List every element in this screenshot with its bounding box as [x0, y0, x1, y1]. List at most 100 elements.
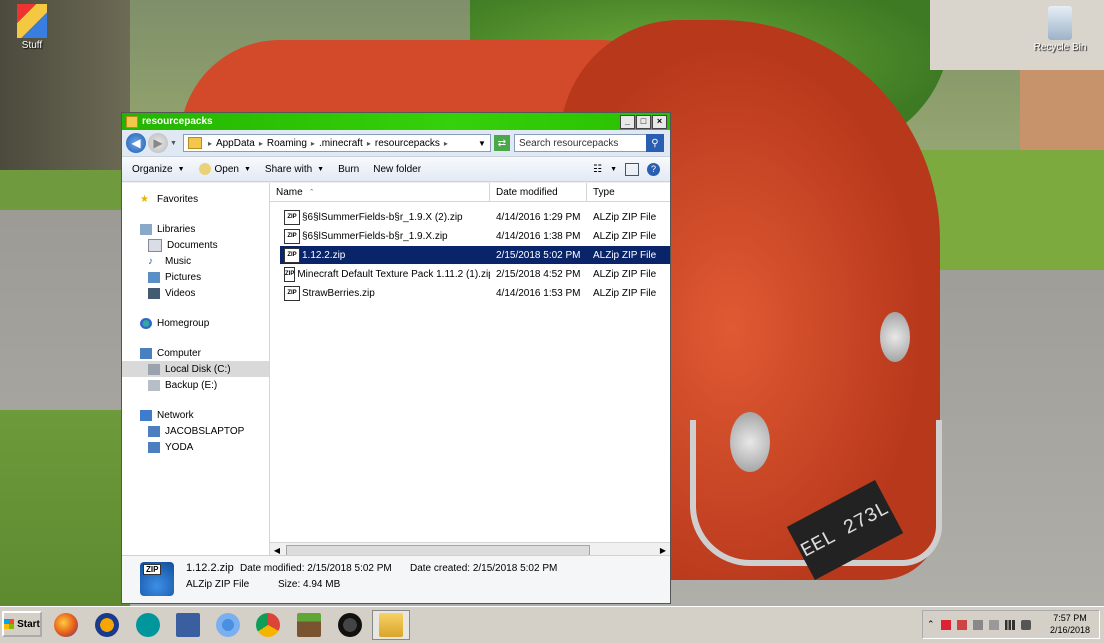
taskbar-editor[interactable]	[172, 610, 204, 640]
nav-label: YODA	[165, 441, 194, 453]
nav-documents[interactable]: Documents	[122, 237, 269, 253]
new-folder-label: New folder	[373, 163, 422, 175]
navigation-pane: ★ Favorites Libraries Documents ♪ Music Pi…	[122, 183, 270, 557]
help-icon[interactable]: ?	[647, 162, 660, 176]
nav-network-computer-1[interactable]: JACOBSLAPTOP	[122, 423, 269, 439]
desktop-icon-recycle-bin[interactable]: Recycle Bin	[1030, 6, 1090, 53]
taskbar-obs[interactable]	[334, 610, 366, 640]
breadcrumb-minecraft[interactable]: .minecraft	[319, 138, 363, 149]
nav-network-computer-2[interactable]: YODA	[122, 439, 269, 455]
nav-network[interactable]: Network	[122, 407, 269, 423]
forward-button[interactable]: ▶	[148, 133, 168, 153]
search-placeholder: Search resourcepacks	[518, 137, 619, 149]
open-app-icon	[198, 163, 211, 175]
minimize-button[interactable]: _	[620, 114, 635, 129]
signal-icon[interactable]	[1004, 619, 1015, 630]
clock[interactable]: 7:57 PM 2/16/2018	[1050, 612, 1090, 636]
wallpaper-grass-bottom	[0, 410, 130, 606]
burn-button[interactable]: Burn	[338, 164, 359, 175]
preview-pane-icon[interactable]	[625, 162, 639, 176]
file-date: 4/14/2016 1:38 PM	[496, 230, 581, 242]
file-row[interactable]: ZIP StrawBerries.zip 4/14/2016 1:53 PM AL…	[270, 284, 670, 302]
back-arrow-icon: ◀	[131, 136, 141, 150]
nav-homegroup[interactable]: Homegroup	[122, 315, 269, 331]
file-name-cell: ZIP §6§lSummerFields-b§r_1.9.X.zip	[270, 227, 490, 245]
title-bar[interactable]: resourcepacks _ □ ×	[122, 113, 670, 130]
desktop-icon-stuff[interactable]: Stuff	[2, 4, 62, 51]
zip-file-icon: ZIP	[284, 228, 300, 244]
recent-pages-chevron-icon[interactable]: ▼	[170, 140, 177, 147]
breadcrumb-separator-icon[interactable]: ▸	[311, 139, 315, 148]
folder-icon	[17, 4, 47, 38]
nav-label: Documents	[167, 239, 218, 251]
close-button[interactable]: ×	[652, 114, 667, 129]
computer-icon	[140, 347, 152, 359]
nav-local-disk[interactable]: Local Disk (C:)	[122, 361, 269, 377]
column-header-name[interactable]: Name ⌃	[270, 183, 490, 201]
taskbar-chrome[interactable]	[252, 610, 284, 640]
new-folder-button[interactable]: New folder	[373, 164, 421, 175]
taskbar-audacity[interactable]	[91, 610, 123, 640]
libraries-icon	[140, 223, 152, 235]
taskbar-firefox[interactable]	[50, 610, 82, 640]
breadcrumb-roaming[interactable]: Roaming	[267, 138, 307, 149]
tray-usb-icon[interactable]	[988, 619, 999, 630]
chrome-icon	[256, 613, 280, 637]
column-label: Name	[276, 186, 303, 198]
nav-pictures[interactable]: Pictures	[122, 269, 269, 285]
nav-music[interactable]: ♪ Music	[122, 253, 269, 269]
breadcrumb-separator-icon[interactable]: ▸	[259, 139, 263, 148]
taskbar-arduino[interactable]	[132, 610, 164, 640]
search-icon[interactable]: ⚲	[645, 134, 664, 152]
nav-libraries[interactable]: Libraries	[122, 221, 269, 237]
taskbar-minecraft[interactable]	[293, 610, 325, 640]
breadcrumb-separator-icon[interactable]: ▸	[367, 139, 371, 148]
drive-icon	[148, 379, 160, 391]
file-row[interactable]: ZIP §6§lSummerFields-b§r_1.9.X (2).zip 4/…	[270, 208, 670, 226]
homegroup-icon	[140, 317, 152, 329]
maximize-button[interactable]: □	[636, 114, 651, 129]
nav-computer[interactable]: Computer	[122, 345, 269, 361]
tray-device-icon[interactable]	[972, 619, 983, 630]
address-bar[interactable]: ▸ AppData ▸ Roaming ▸ .minecraft ▸ resou…	[182, 134, 491, 152]
back-button[interactable]: ◀	[126, 133, 146, 153]
sort-ascending-icon: ⌃	[308, 189, 315, 196]
volume-muted-icon[interactable]	[1020, 619, 1031, 630]
zip-file-icon: ZIP	[284, 247, 300, 263]
nav-label: Backup (E:)	[165, 379, 218, 391]
start-button[interactable]: Start	[2, 611, 42, 637]
chevron-down-icon[interactable]: ▼	[610, 166, 617, 173]
file-row[interactable]: ZIP §6§lSummerFields-b§r_1.9.X.zip 4/14/2…	[270, 227, 670, 245]
organize-button[interactable]: Organize ▼	[132, 164, 185, 175]
share-with-button[interactable]: Share with ▼	[265, 164, 324, 175]
nav-label: Music	[165, 255, 192, 267]
file-row[interactable]: ZIP Minecraft Default Texture Pack 1.11.2…	[270, 265, 670, 283]
taskbar: Start ⌃ 7:57 PM 2/16/2018	[0, 606, 1104, 643]
refresh-button[interactable]: ⇄	[493, 135, 510, 151]
details-date-created: Date created: 2/15/2018 5:02 PM	[410, 563, 558, 574]
file-name: §6§lSummerFields-b§r_1.9.X (2).zip	[302, 211, 463, 223]
breadcrumb-appdata[interactable]: AppData	[216, 138, 255, 149]
tray-security-icon[interactable]	[956, 619, 967, 630]
show-hidden-icons-icon[interactable]: ⌃	[927, 619, 935, 630]
file-list: Name ⌃ Date modified Type ZIP §6§lSummerFi…	[270, 183, 670, 557]
view-options-icon[interactable]: ☷	[593, 164, 602, 175]
taskbar-explorer[interactable]	[372, 610, 410, 640]
open-button[interactable]: Open ▼	[198, 163, 251, 175]
column-header-type[interactable]: Type	[587, 183, 670, 201]
nav-backup[interactable]: Backup (E:)	[122, 377, 269, 393]
search-input[interactable]: Search resourcepacks ⚲	[513, 134, 664, 152]
details-size: Size: 4.94 MB	[278, 579, 341, 590]
nav-favorites[interactable]: ★ Favorites	[122, 191, 269, 207]
nav-label: JACOBSLAPTOP	[165, 425, 245, 437]
nav-videos[interactable]: Videos	[122, 285, 269, 301]
breadcrumb-separator-icon[interactable]: ▸	[444, 139, 448, 148]
folder-icon	[379, 613, 403, 637]
breadcrumb-separator-icon[interactable]: ▸	[208, 139, 212, 148]
taskbar-chromium[interactable]	[212, 610, 244, 640]
file-row-selected[interactable]: ZIP 1.12.2.zip 2/15/2018 5:02 PM ALZip ZI…	[280, 246, 670, 264]
column-header-date[interactable]: Date modified	[490, 183, 587, 201]
breadcrumb-resourcepacks[interactable]: resourcepacks	[375, 138, 440, 149]
tray-app-icon[interactable]	[940, 619, 951, 630]
address-dropdown-icon[interactable]: ▼	[478, 139, 486, 148]
